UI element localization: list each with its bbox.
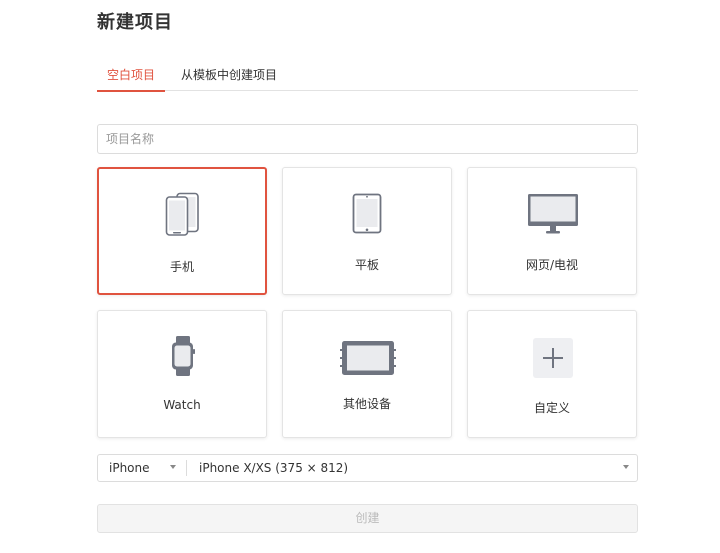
device-type-value: iPhone (109, 461, 150, 475)
create-button[interactable]: 创建 (97, 504, 638, 533)
device-card-other[interactable]: 其他设备 (282, 310, 452, 438)
project-tabs: 空白项目 从模板中创建项目 (97, 66, 638, 92)
device-label: 网页/电视 (525, 258, 579, 272)
device-label: 其他设备 (342, 397, 391, 411)
project-name-input[interactable] (97, 124, 638, 154)
device-card-phone[interactable]: 手机 (97, 167, 267, 295)
phone-icon (165, 192, 199, 236)
device-label: 平板 (354, 258, 379, 272)
device-label: 自定义 (533, 401, 570, 415)
device-card-web-tv[interactable]: 网页/电视 (467, 167, 637, 295)
plus-icon (533, 338, 573, 378)
device-label: Watch (163, 398, 201, 412)
device-label: 手机 (169, 260, 194, 274)
tab-from-template[interactable]: 从模板中创建项目 (174, 66, 284, 91)
tab-blank-project[interactable]: 空白项目 (97, 66, 165, 92)
device-card-custom[interactable]: 自定义 (467, 310, 637, 438)
watch-icon (172, 336, 195, 376)
device-model-value: iPhone X/XS (375 × 812) (199, 461, 349, 475)
monitor-icon (528, 194, 578, 234)
device-card-watch[interactable]: Watch (97, 310, 267, 438)
device-model-selector: iPhone iPhone X/XS (375 × 812) (97, 454, 638, 482)
caret-down-icon (623, 465, 629, 469)
other-device-icon (340, 341, 396, 375)
caret-down-icon (170, 465, 176, 469)
page-title: 新建项目 (97, 12, 173, 33)
device-model-select[interactable]: iPhone X/XS (375 × 812) (187, 455, 637, 481)
device-type-select[interactable]: iPhone (98, 455, 186, 481)
tablet-icon (352, 193, 382, 234)
device-card-tablet[interactable]: 平板 (282, 167, 452, 295)
